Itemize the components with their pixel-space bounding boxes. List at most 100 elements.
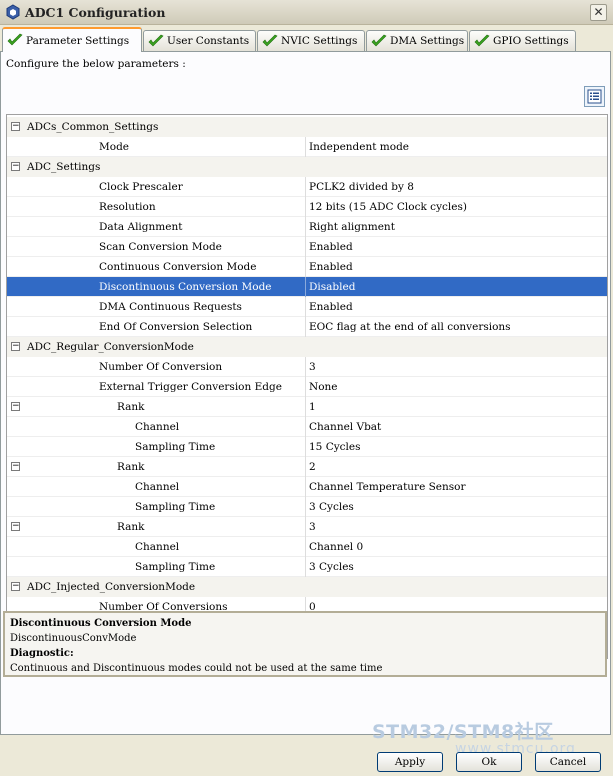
property-value[interactable]: Enabled (309, 297, 353, 317)
property-value[interactable]: 3 (309, 517, 316, 537)
property-row[interactable]: Channel Channel Temperature Sensor (7, 477, 607, 497)
collapse-toggle-icon[interactable]: − (11, 462, 20, 471)
property-row[interactable]: Data Alignment Right alignment (7, 217, 607, 237)
column-divider (305, 437, 306, 457)
property-name: Sampling Time (135, 501, 216, 513)
collapse-toggle-icon[interactable]: − (11, 582, 20, 591)
property-subgroup-row[interactable]: − Rank 3 (7, 517, 607, 537)
property-value[interactable]: Channel Temperature Sensor (309, 477, 466, 497)
app-icon (6, 4, 20, 20)
collapse-toggle-icon[interactable]: − (11, 522, 20, 531)
property-value[interactable]: 3 (309, 357, 316, 377)
close-button[interactable]: ✕ (590, 4, 607, 21)
property-grid: − ADCs_Common_Settings Mode Independent mod… (6, 114, 608, 659)
collapse-toggle-icon[interactable]: − (11, 162, 20, 171)
column-divider (305, 517, 306, 537)
tab-dma-settings[interactable]: DMA Settings (366, 30, 468, 51)
property-row[interactable]: Continuous Conversion Mode Enabled (7, 257, 607, 277)
property-row[interactable]: Resolution 12 bits (15 ADC Clock cycles) (7, 197, 607, 217)
tab-user-constants[interactable]: User Constants (143, 30, 256, 51)
property-subgroup-row[interactable]: − Rank 2 (7, 457, 607, 477)
property-value[interactable]: Enabled (309, 257, 353, 277)
check-icon (371, 34, 387, 46)
property-row[interactable]: Clock Prescaler PCLK2 divided by 8 (7, 177, 607, 197)
categorized-view-button[interactable] (584, 86, 605, 107)
property-name: ADC_Regular_ConversionMode (27, 341, 194, 353)
column-divider (305, 237, 306, 257)
column-divider (305, 357, 306, 377)
column-divider (305, 377, 306, 397)
property-row[interactable]: Discontinuous Conversion Mode Disabled (7, 277, 607, 297)
window-title: ADC1 Configuration (25, 5, 166, 20)
description-param: DiscontinuousConvMode (10, 633, 137, 644)
watermark-logo: STM32/STM8社区 (372, 721, 554, 743)
tab-parameter-settings[interactable]: Parameter Settings (2, 27, 142, 52)
property-name: Rank (117, 401, 145, 413)
property-name: Scan Conversion Mode (99, 241, 222, 253)
property-value[interactable]: Enabled (309, 237, 353, 257)
property-name: ADC_Settings (27, 161, 101, 173)
column-divider (305, 537, 306, 557)
column-divider (305, 417, 306, 437)
property-value[interactable]: 12 bits (15 ADC Clock cycles) (309, 197, 467, 217)
property-name: Sampling Time (135, 561, 216, 573)
apply-button[interactable]: Apply (377, 752, 443, 772)
property-group-row[interactable]: − ADC_Settings (7, 157, 607, 177)
property-value[interactable]: PCLK2 divided by 8 (309, 177, 414, 197)
property-name: Channel (135, 541, 180, 553)
column-divider (305, 457, 306, 477)
check-icon (262, 34, 278, 46)
list-icon (587, 89, 602, 104)
column-divider (305, 557, 306, 577)
property-group-row[interactable]: − ADC_Injected_ConversionMode (7, 577, 607, 597)
collapse-toggle-icon[interactable]: − (11, 122, 20, 131)
property-name: ADC_Injected_ConversionMode (27, 581, 196, 593)
property-row[interactable]: End Of Conversion Selection EOC flag at t… (7, 317, 607, 337)
property-name: End Of Conversion Selection (99, 321, 253, 333)
property-row[interactable]: Sampling Time 3 Cycles (7, 557, 607, 577)
property-value[interactable]: EOC flag at the end of all conversions (309, 317, 511, 337)
tab-label: Parameter Settings (26, 34, 130, 47)
property-value[interactable]: 1 (309, 397, 316, 417)
cancel-button[interactable]: Cancel (535, 752, 601, 772)
collapse-toggle-icon[interactable]: − (11, 342, 20, 351)
diagnostic-label: Diagnostic: (10, 648, 74, 659)
column-divider (305, 177, 306, 197)
property-group-row[interactable]: − ADC_Regular_ConversionMode (7, 337, 607, 357)
property-value[interactable]: None (309, 377, 338, 397)
property-name: Channel (135, 481, 180, 493)
title-bar[interactable]: ADC1 Configuration ✕ (0, 0, 613, 25)
tab-gpio-settings[interactable]: GPIO Settings (469, 30, 576, 51)
column-divider (305, 317, 306, 337)
property-value[interactable]: Channel 0 (309, 537, 363, 557)
property-row[interactable]: DMA Continuous Requests Enabled (7, 297, 607, 317)
column-divider (305, 137, 306, 157)
property-row[interactable]: Channel Channel Vbat (7, 417, 607, 437)
tab-nvic-settings[interactable]: NVIC Settings (257, 30, 365, 51)
property-value[interactable]: Disabled (309, 277, 355, 297)
property-value[interactable]: 3 Cycles (309, 557, 354, 577)
property-value[interactable]: 2 (309, 457, 316, 477)
property-row[interactable]: Scan Conversion Mode Enabled (7, 237, 607, 257)
property-name: Clock Prescaler (99, 181, 183, 193)
property-name: Continuous Conversion Mode (99, 261, 257, 273)
property-group-row[interactable]: − ADCs_Common_Settings (7, 117, 607, 137)
property-row[interactable]: Number Of Conversion 3 (7, 357, 607, 377)
property-value[interactable]: 3 Cycles (309, 497, 354, 517)
property-row[interactable]: Sampling Time 3 Cycles (7, 497, 607, 517)
property-row[interactable]: Sampling Time 15 Cycles (7, 437, 607, 457)
diagnostic-text: Continuous and Discontinuous modes could… (10, 663, 383, 674)
property-row[interactable]: Mode Independent mode (7, 137, 607, 157)
property-value[interactable]: Channel Vbat (309, 417, 381, 437)
property-name: ADCs_Common_Settings (27, 121, 159, 133)
property-value[interactable]: Independent mode (309, 137, 409, 157)
description-title: Discontinuous Conversion Mode (10, 618, 192, 629)
property-value[interactable]: 15 Cycles (309, 437, 361, 457)
check-icon (148, 34, 164, 46)
property-row[interactable]: Channel Channel 0 (7, 537, 607, 557)
property-value[interactable]: Right alignment (309, 217, 395, 237)
property-subgroup-row[interactable]: − Rank 1 (7, 397, 607, 417)
property-row[interactable]: External Trigger Conversion Edge None (7, 377, 607, 397)
ok-button[interactable]: Ok (456, 752, 522, 772)
collapse-toggle-icon[interactable]: − (11, 402, 20, 411)
